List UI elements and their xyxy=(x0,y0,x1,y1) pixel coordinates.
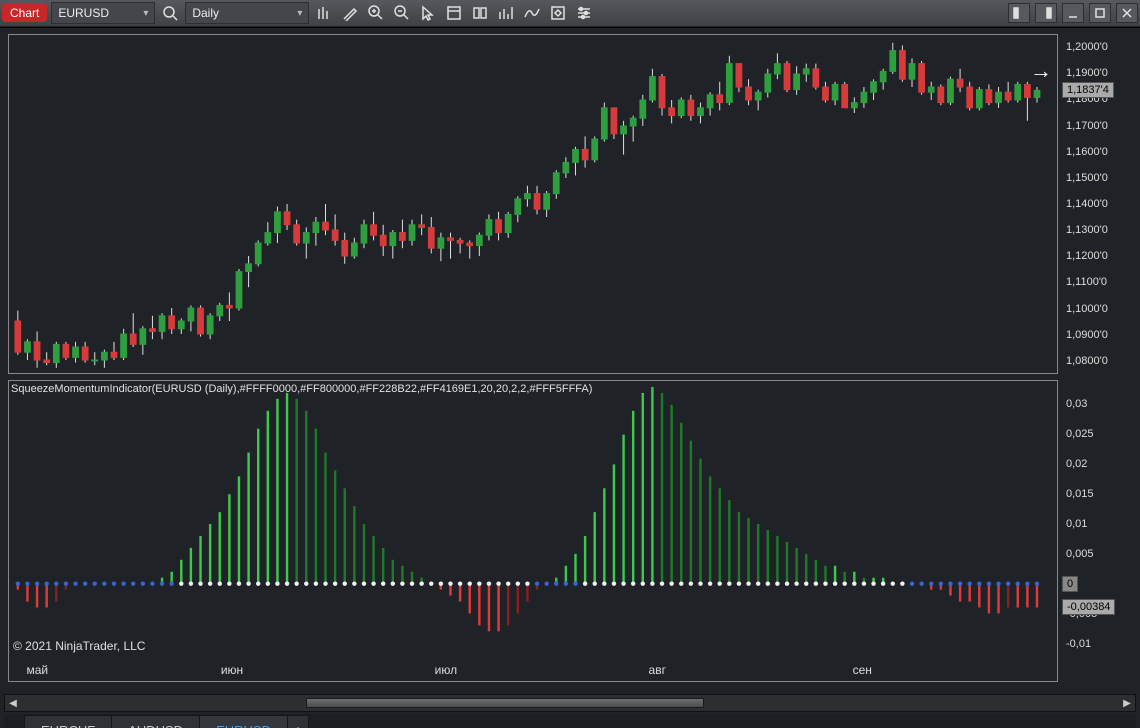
draw-icon[interactable] xyxy=(339,3,361,23)
x-axis-label: июл xyxy=(435,663,457,677)
y-axis-label: 0,03 xyxy=(1066,398,1087,410)
y-axis-label: 1,1200'0 xyxy=(1066,250,1108,262)
y-axis-label: 1,1900'0 xyxy=(1066,67,1108,79)
y-axis-label: 1,1000'0 xyxy=(1066,303,1108,315)
price-y-axis[interactable]: 1,2000'01,1900'01,1800'01,1700'01,1600'0… xyxy=(1060,34,1134,374)
chart-area: → 1,2000'01,1900'01,1800'01,1700'01,1600… xyxy=(0,27,1140,684)
zoom-out-icon[interactable] xyxy=(391,3,413,23)
panel-icon[interactable] xyxy=(469,3,491,23)
price-plot[interactable] xyxy=(8,34,1058,374)
indicator-title: SqueezeMomentumIndicator(EURUSD (Daily),… xyxy=(11,383,592,395)
scroll-right-button[interactable]: ▶ xyxy=(1119,696,1135,710)
chevron-down-icon: ▾ xyxy=(297,8,302,19)
zoom-in-icon[interactable] xyxy=(365,3,387,23)
y-axis-label: 1,0900'0 xyxy=(1066,329,1108,341)
zero-tag: 0 xyxy=(1062,576,1078,592)
y-axis-label: 1,1100'0 xyxy=(1066,276,1107,288)
y-axis-label: 0,005 xyxy=(1066,548,1094,560)
window-close-button[interactable] xyxy=(1116,3,1138,23)
x-axis-label: июн xyxy=(221,663,243,677)
x-axis: май июн июл авг сен xyxy=(9,657,981,681)
symbol-dropdown-value: EURUSD xyxy=(58,6,109,20)
search-icon[interactable] xyxy=(159,3,181,23)
y-axis-label: 1,2000'0 xyxy=(1066,41,1108,53)
x-axis-label: авг xyxy=(649,663,666,677)
y-axis-label: 1,1700'0 xyxy=(1066,120,1108,132)
chart-trader-icon[interactable] xyxy=(495,3,517,23)
tab-eurchf[interactable]: EURCHF xyxy=(24,715,112,728)
y-axis-label: 1,0800'0 xyxy=(1066,355,1108,367)
price-panel: → 1,2000'01,1900'01,1800'01,1700'01,1600… xyxy=(8,34,1134,374)
horizontal-scrollbar[interactable]: ◀ ▶ xyxy=(4,694,1136,712)
window-maximize-button[interactable] xyxy=(1089,3,1111,23)
y-axis-label: 1,1300'0 xyxy=(1066,224,1108,236)
window-minimize-button[interactable] xyxy=(1062,3,1084,23)
scroll-thumb[interactable] xyxy=(306,698,703,708)
cursor-icon[interactable] xyxy=(417,3,439,23)
y-axis-label: 1,1600'0 xyxy=(1066,146,1108,158)
y-axis-label: 0,025 xyxy=(1066,428,1094,440)
symbol-dropdown[interactable]: EURUSD ▾ xyxy=(51,2,155,24)
timeframe-dropdown-value: Daily xyxy=(192,6,219,20)
indicator-plot[interactable]: SqueezeMomentumIndicator(EURUSD (Daily),… xyxy=(8,380,1058,682)
y-axis-label: 1,1400'0 xyxy=(1066,198,1108,210)
indicator-line-icon[interactable] xyxy=(521,3,543,23)
data-box-icon[interactable] xyxy=(443,3,465,23)
strategy-icon[interactable] xyxy=(547,3,569,23)
y-axis-label: 0,01 xyxy=(1066,518,1087,530)
y-axis-label: -0,01 xyxy=(1066,638,1091,650)
y-axis-label: 0,015 xyxy=(1066,488,1094,500)
tab-eurusd[interactable]: EURUSD xyxy=(199,715,288,728)
indicator-y-axis[interactable]: 0,030,0250,020,0150,010,0050-0,005-0,01-… xyxy=(1060,380,1134,682)
current-value-tag: -0,00384 xyxy=(1062,599,1115,615)
toolbar: Chart EURUSD ▾ Daily ▾ xyxy=(0,0,1140,27)
scroll-track[interactable] xyxy=(21,698,1119,708)
x-axis-label: май xyxy=(26,663,48,677)
scroll-left-button[interactable]: ◀ xyxy=(5,696,21,710)
y-axis-label: 0,02 xyxy=(1066,458,1087,470)
timeframe-dropdown[interactable]: Daily ▾ xyxy=(185,2,309,24)
window-panel-right-button[interactable] xyxy=(1035,3,1057,23)
y-axis-label: 1,1500'0 xyxy=(1066,172,1108,184)
chevron-down-icon: ▾ xyxy=(143,8,148,19)
window-panel-left-button[interactable] xyxy=(1008,3,1030,23)
add-tab-button[interactable]: + xyxy=(287,715,309,728)
chart-type-icon[interactable] xyxy=(313,3,335,23)
tab-bar: EURCHFAUDUSDEURUSD+ xyxy=(4,714,1136,728)
arrow-right-icon[interactable]: → xyxy=(1030,58,1052,84)
tab-audusd[interactable]: AUDUSD xyxy=(111,715,200,728)
x-axis-label: сен xyxy=(853,663,872,677)
chart-badge: Chart xyxy=(2,4,47,22)
copyright-text: © 2021 NinjaTrader, LLC xyxy=(13,639,145,653)
current-price-tag: 1,1837'4 xyxy=(1062,82,1114,98)
properties-icon[interactable] xyxy=(573,3,595,23)
indicator-panel: SqueezeMomentumIndicator(EURUSD (Daily),… xyxy=(8,380,1134,682)
